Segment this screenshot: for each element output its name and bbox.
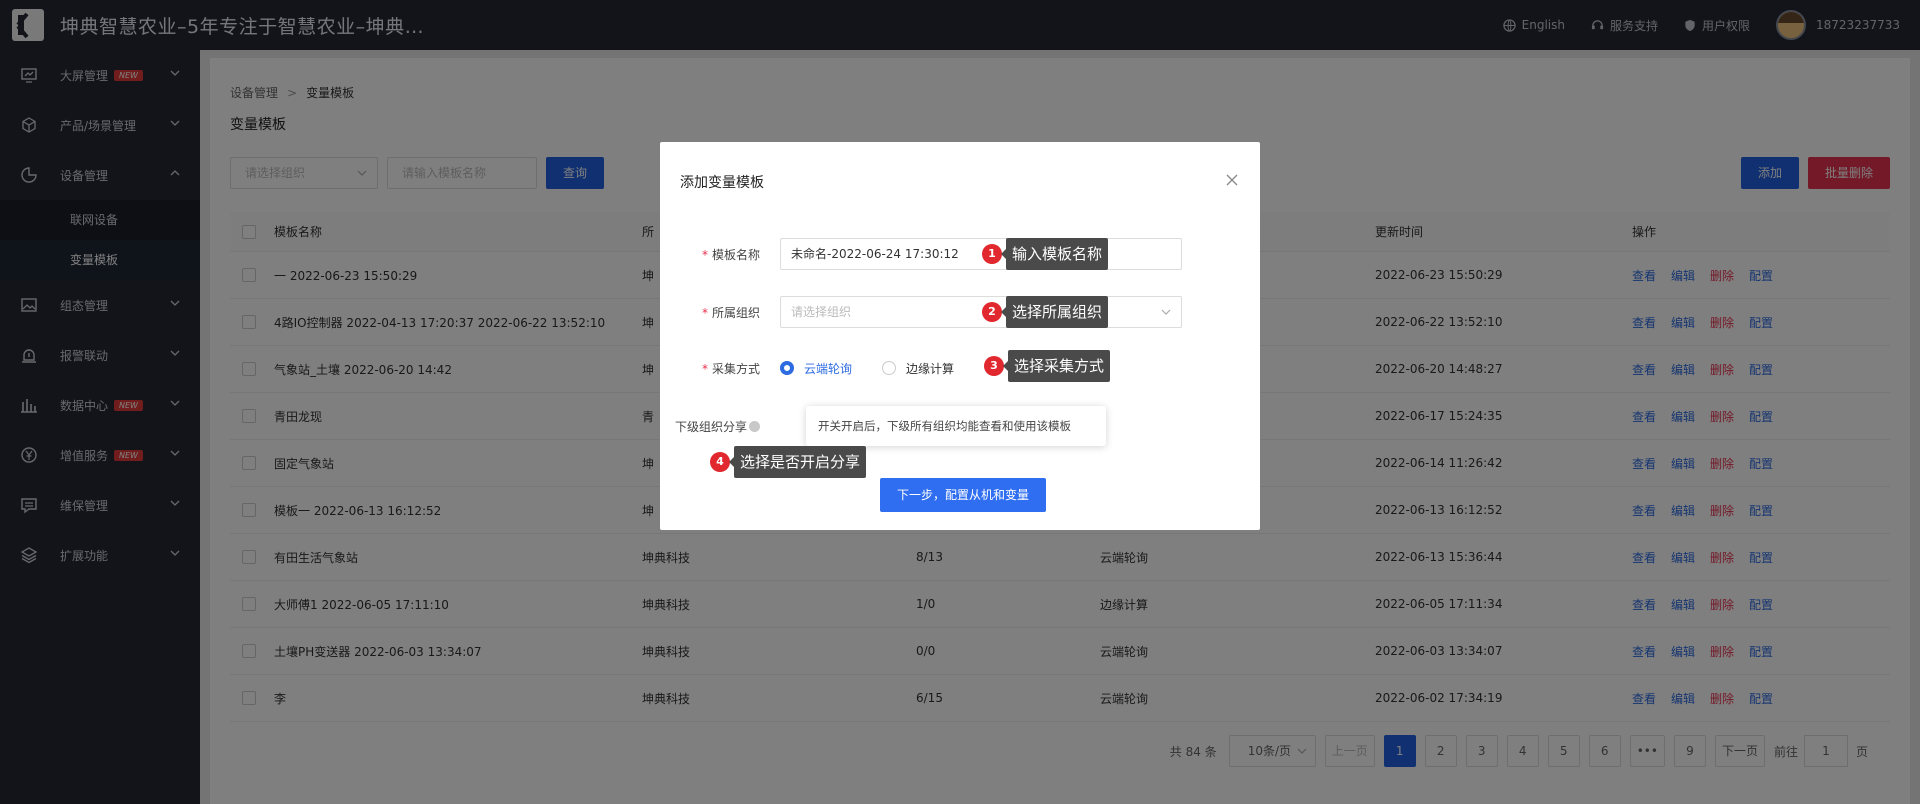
mode-cloud-radio[interactable]: 云端轮询 [780,360,852,377]
org-select-field[interactable]: 请选择组织 [780,296,1182,328]
callout-4: 4 选择是否开启分享 [710,446,867,478]
mode-edge-radio[interactable]: 边缘计算 [882,360,954,377]
template-name-field[interactable]: 未命名-2022-06-24 17:30:12 [780,238,1182,270]
callout-1: 1 输入模板名称 [982,238,1109,270]
collect-mode-label: * 采集方式 [701,361,760,376]
callout-number: 1 [982,244,1002,264]
chevron-down-icon [1161,309,1171,315]
close-icon[interactable] [1226,174,1238,186]
callout-text: 选择所属组织 [1000,296,1109,328]
callout-text: 输入模板名称 [1000,238,1109,270]
callout-text: 选择是否开启分享 [728,446,867,478]
template-name-label: * 模板名称 [701,247,760,262]
share-tooltip: 开关开启后，下级所有组织均能查看和使用该模板 [806,406,1106,446]
org-field-placeholder: 请选择组织 [791,305,852,319]
dialog-title: 添加变量模板 [680,175,764,191]
callout-number: 3 [984,356,1004,376]
callout-number: 2 [982,302,1002,322]
next-step-button[interactable]: 下一步，配置从机和变量 [880,478,1046,512]
share-label: 下级组织分享 [660,418,780,435]
question-icon[interactable] [749,420,760,432]
callout-number: 4 [710,452,730,472]
org-label: * 所属组织 [701,305,760,320]
callout-2: 2 选择所属组织 [982,296,1109,328]
callout-text: 选择采集方式 [1002,350,1111,382]
callout-3: 3 选择采集方式 [984,350,1111,382]
